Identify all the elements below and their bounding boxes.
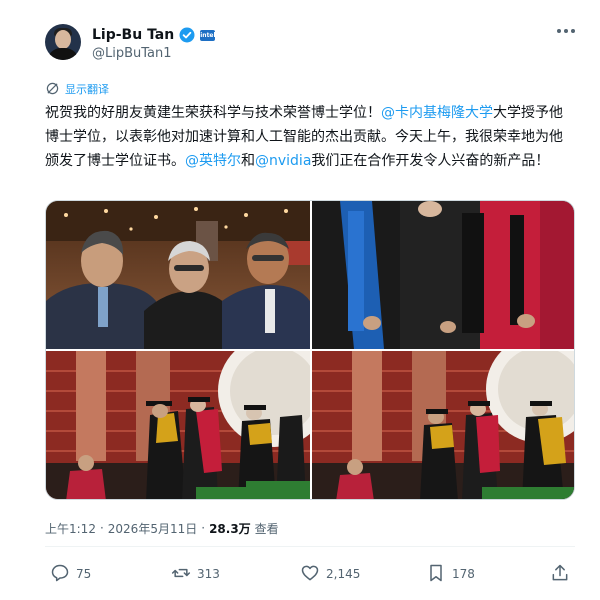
translate-button[interactable]: 显示翻译 [46, 81, 109, 97]
mention-nvidia-link[interactable]: @nvidia [255, 153, 311, 169]
mention-cmu-link[interactable]: @卡内基梅隆大学 [381, 105, 493, 121]
meta-separator: · [99, 521, 104, 535]
views-label: 查看 [254, 521, 279, 536]
media-grid [45, 200, 575, 500]
author-handle[interactable]: @LipBuTan1 [92, 46, 172, 61]
photo-stage-wide[interactable] [312, 351, 574, 499]
tweet-time[interactable]: 上午1:12 [45, 520, 96, 537]
divider [45, 546, 575, 547]
bookmark-count: 178 [452, 567, 475, 581]
author-display-name[interactable]: Lip-Bu Tan [92, 27, 174, 43]
views-count: 28.3万 [209, 521, 251, 536]
tweet: Lip-Bu Tan intel @LipBuTan1 显示翻译 祝贺我的好朋友… [0, 0, 600, 600]
photo-gowns[interactable] [312, 201, 574, 349]
meta-separator: · [201, 521, 206, 535]
author-name-row: Lip-Bu Tan intel [92, 25, 216, 45]
tweet-text-connector: 和 [241, 153, 255, 169]
author-avatar[interactable] [45, 24, 81, 60]
tweet-meta: 上午1:12 · 2026年5月11日 · 28.3万 查看 [45, 520, 279, 536]
translate-label: 显示翻译 [65, 83, 109, 96]
reply-icon [50, 563, 70, 586]
share-button[interactable] [550, 562, 570, 586]
bookmark-button[interactable]: 178 [426, 562, 475, 586]
repost-count: 313 [197, 567, 220, 581]
affiliation-badge[interactable]: intel [200, 29, 216, 41]
like-count: 2,145 [326, 567, 361, 581]
tweet-date[interactable]: 2026年5月11日 [108, 520, 197, 537]
photo-selfie[interactable] [46, 201, 310, 349]
action-bar: 75 313 2,145 178 [45, 562, 575, 586]
repost-icon [171, 563, 191, 586]
verified-badge-icon[interactable] [179, 27, 195, 43]
like-icon [300, 563, 320, 586]
mention-intel-link[interactable]: @英特尔 [185, 153, 241, 169]
reply-button[interactable]: 75 [50, 562, 91, 586]
tweet-text-part1: 祝贺我的好朋友黄建生荣获科学与技术荣誉博士学位！ [45, 105, 381, 121]
repost-button[interactable]: 313 [171, 562, 220, 586]
bookmark-icon [426, 563, 446, 586]
tweet-text-part3: 我们正在合作开发令人兴奋的新产品！ [311, 153, 550, 169]
share-icon [550, 563, 570, 586]
like-button[interactable]: 2,145 [300, 562, 360, 586]
more-options-icon[interactable] [557, 29, 575, 33]
reply-count: 75 [76, 567, 92, 581]
tweet-text: 祝贺我的好朋友黄建生荣获科学与技术荣誉博士学位！@卡内基梅隆大学大学授予他博士学… [45, 101, 575, 173]
photo-stage-hooding[interactable] [46, 351, 310, 499]
translate-icon [46, 80, 59, 99]
